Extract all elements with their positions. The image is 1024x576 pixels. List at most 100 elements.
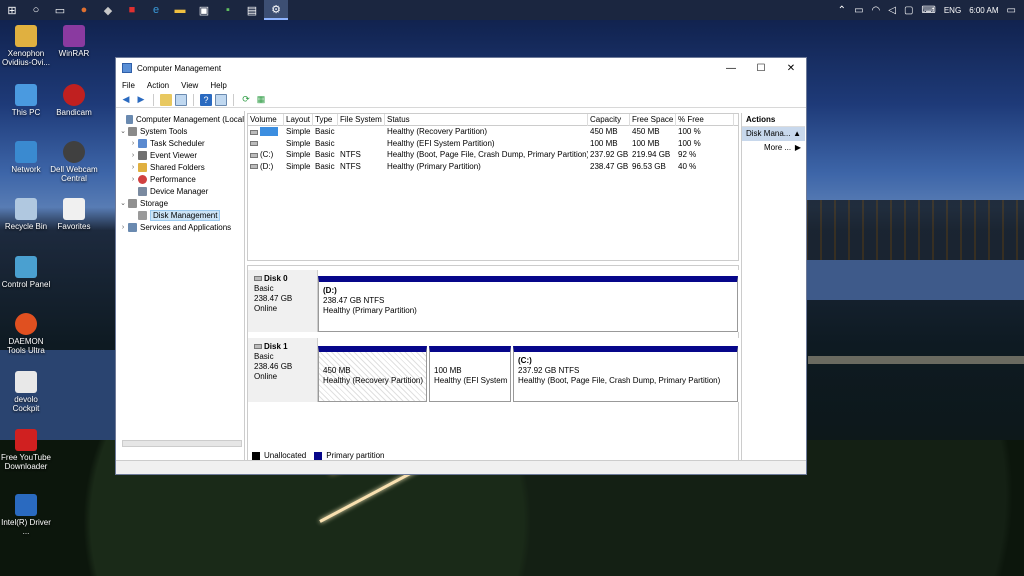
app-icon-5[interactable]: ▤: [240, 0, 264, 20]
store-icon[interactable]: ▣: [192, 0, 216, 20]
windows-start-icon[interactable]: ⊞: [0, 0, 24, 20]
actions-more[interactable]: More ... ▶: [742, 141, 805, 155]
column-header-file-system[interactable]: File System: [338, 113, 385, 126]
disk-0-label[interactable]: Disk 0 Basic 238.47 GB Online: [248, 270, 318, 332]
tree-node-performance[interactable]: › Performance: [118, 173, 244, 185]
app-icon-4[interactable]: ▪: [216, 0, 240, 20]
clock[interactable]: 6:00 AM: [969, 6, 998, 15]
expand-icon[interactable]: ›: [128, 152, 138, 159]
cell-type: Basic: [315, 150, 335, 160]
task-view-icon[interactable]: ▭: [48, 0, 72, 20]
desktop-icon-youtube-downloader[interactable]: Free YouTube Downloader: [0, 429, 52, 471]
desktop-icon-dell-webcam[interactable]: Dell Webcam Central: [48, 141, 100, 183]
desktop-icon-bandicam[interactable]: Bandicam: [48, 84, 100, 117]
desktop-icon-daemon-tools[interactable]: DAEMON Tools Ultra: [0, 313, 52, 355]
menu-file[interactable]: File: [122, 81, 135, 90]
close-button[interactable]: ✕: [776, 58, 806, 78]
expand-icon[interactable]: ›: [128, 164, 138, 171]
partition-d[interactable]: (D:) 238.47 GB NTFS Healthy (Primary Par…: [318, 276, 738, 332]
desktop-icon-devolo[interactable]: devolo Cockpit: [0, 371, 52, 413]
drive-icon: [250, 164, 258, 170]
desktop-icon-network[interactable]: Network: [0, 141, 52, 174]
column-header-type[interactable]: Type: [313, 113, 338, 126]
menu-bar: File Action View Help: [116, 78, 806, 92]
expand-icon[interactable]: ›: [128, 176, 138, 183]
edge-icon[interactable]: e: [144, 0, 168, 20]
tree-node-root[interactable]: Computer Management (Local: [118, 113, 244, 125]
desktop-icon-intel-driver[interactable]: Intel(R) Driver ...: [0, 494, 52, 536]
computer-management-task-icon[interactable]: ⚙: [264, 0, 288, 20]
chevron-up-icon[interactable]: ⌃: [838, 5, 846, 16]
youtube-downloader-icon: [15, 429, 37, 451]
app-icon-1[interactable]: ●: [72, 0, 96, 20]
action-center-icon[interactable]: ▭: [1007, 5, 1016, 16]
table-row[interactable]: (C:) Simple Basic NTFS Healthy (Boot, Pa…: [248, 149, 738, 161]
help-icon[interactable]: ?: [200, 93, 212, 106]
forward-arrow-icon[interactable]: ▶: [135, 94, 147, 106]
notification-icon[interactable]: ▢: [904, 5, 913, 16]
tree-node-storage[interactable]: ⌄ Storage: [118, 197, 244, 209]
wifi-icon[interactable]: ◠: [872, 5, 881, 16]
battery-icon[interactable]: ▭: [854, 5, 863, 16]
tree-horizontal-scrollbar[interactable]: [122, 440, 242, 447]
back-arrow-icon[interactable]: ◀: [120, 94, 132, 106]
maximize-button[interactable]: ☐: [746, 58, 776, 78]
column-header-volume[interactable]: Volume: [248, 113, 284, 126]
volume-icon[interactable]: ◁: [888, 5, 896, 16]
keyboard-icon[interactable]: ⌨: [921, 5, 935, 16]
table-row[interactable]: Simple Basic Healthy (Recovery Partition…: [248, 126, 738, 138]
partition-legend: Unallocated Primary partition: [252, 451, 385, 460]
file-explorer-icon[interactable]: ▬: [168, 0, 192, 20]
tree-node-disk-management[interactable]: Disk Management: [118, 209, 244, 221]
collapse-icon[interactable]: ⌄: [118, 127, 128, 135]
expand-icon[interactable]: ›: [118, 224, 128, 231]
desktop-icon-winrar[interactable]: WinRAR: [48, 25, 100, 58]
actions-disk-management[interactable]: Disk Mana... ▲: [742, 127, 805, 141]
devolo-icon: [15, 371, 37, 393]
tree-node-shared-folders[interactable]: › Shared Folders: [118, 161, 244, 173]
partition-c[interactable]: (C:) 237.92 GB NTFS Healthy (Boot, Page …: [513, 346, 738, 402]
tree-node-event-viewer[interactable]: › Event Viewer: [118, 149, 244, 161]
up-folder-icon[interactable]: [160, 93, 172, 106]
column-header-layout[interactable]: Layout: [284, 113, 313, 126]
wallpaper-city: [800, 200, 1024, 260]
tree-node-device-manager[interactable]: Device Manager: [118, 185, 244, 197]
collapse-icon[interactable]: ⌄: [118, 199, 128, 207]
desktop-icon-xenophon[interactable]: Xenophon Ovidius-Ovi...: [0, 25, 52, 67]
partition-efi[interactable]: 100 MB Healthy (EFI System P: [429, 346, 511, 402]
show-hide-tree-icon[interactable]: [175, 93, 187, 106]
cortana-icon[interactable]: ○: [24, 0, 48, 20]
app-icon-2[interactable]: ◆: [96, 0, 120, 20]
cell-capacity: 237.92 GB: [590, 150, 629, 160]
tree-node-system-tools[interactable]: ⌄ System Tools: [118, 125, 244, 137]
menu-view[interactable]: View: [181, 81, 198, 90]
toolbar-separator: [153, 93, 154, 106]
rescan-disks-icon[interactable]: ▦: [255, 94, 267, 106]
tree-node-task-scheduler[interactable]: › Task Scheduler: [118, 137, 244, 149]
table-row[interactable]: Simple Basic Healthy (EFI System Partiti…: [248, 138, 738, 150]
column-header-free-space[interactable]: Free Space: [630, 113, 676, 126]
partition-recovery[interactable]: 450 MB Healthy (Recovery Partition): [318, 346, 427, 402]
column-header-percent-free[interactable]: % Free: [676, 113, 734, 126]
language-indicator[interactable]: ENG: [944, 6, 961, 15]
properties-icon[interactable]: [215, 93, 227, 106]
desktop-icon-this-pc[interactable]: This PC: [0, 84, 52, 117]
desktop-icon-control-panel[interactable]: Control Panel: [0, 256, 52, 289]
desktop-icon-favorites[interactable]: Favorites: [48, 198, 100, 231]
legend-primary: Primary partition: [326, 451, 385, 460]
expand-icon[interactable]: ›: [128, 140, 138, 147]
cell-free: 450 MB: [632, 127, 660, 137]
menu-help[interactable]: Help: [210, 81, 226, 90]
app-icon-3[interactable]: ■: [120, 0, 144, 20]
collapse-up-icon[interactable]: ▲: [793, 127, 801, 141]
minimize-button[interactable]: —: [716, 58, 746, 78]
disk-1-label[interactable]: Disk 1 Basic 238.46 GB Online: [248, 338, 318, 402]
menu-action[interactable]: Action: [147, 81, 169, 90]
column-header-status[interactable]: Status: [385, 113, 588, 126]
desktop-icon-recycle-bin[interactable]: Recycle Bin: [0, 198, 52, 231]
title-bar[interactable]: Computer Management — ☐ ✕: [116, 58, 806, 78]
refresh-icon[interactable]: ⟳: [240, 94, 252, 106]
tree-node-services[interactable]: › Services and Applications: [118, 221, 244, 233]
column-header-capacity[interactable]: Capacity: [588, 113, 630, 126]
table-row[interactable]: (D:) Simple Basic NTFS Healthy (Primary …: [248, 161, 738, 173]
